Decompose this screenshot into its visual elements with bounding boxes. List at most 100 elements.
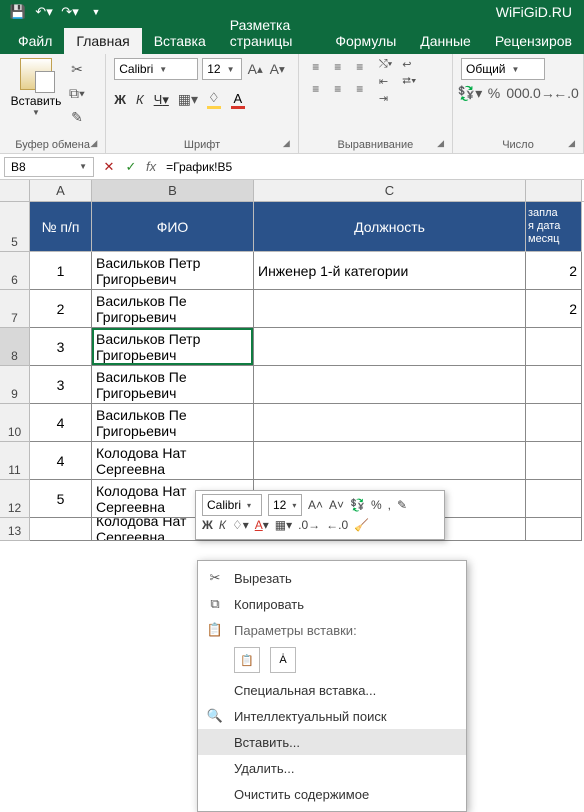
- merge-center-button[interactable]: ⮂▾: [402, 75, 416, 88]
- cell-position[interactable]: [254, 290, 526, 328]
- alignment-launcher-icon[interactable]: ◢: [437, 138, 444, 149]
- tab-review[interactable]: Рецензиров: [483, 28, 584, 54]
- cell-num[interactable]: 4: [30, 404, 92, 442]
- cell-plan[interactable]: 2: [526, 252, 582, 290]
- align-center-icon[interactable]: ≡: [329, 80, 347, 98]
- percent-format-icon[interactable]: %: [485, 84, 503, 102]
- row-header[interactable]: 10: [0, 404, 30, 442]
- row-header[interactable]: 12: [0, 480, 30, 518]
- ctx-insert[interactable]: Вставить...: [198, 729, 466, 755]
- align-top-icon[interactable]: ≡: [307, 58, 325, 76]
- mini-italic-button[interactable]: К: [219, 518, 226, 532]
- name-box[interactable]: B8▼: [4, 157, 94, 177]
- tab-file[interactable]: Файл: [6, 28, 64, 54]
- accounting-format-icon[interactable]: 💱▾: [461, 84, 479, 102]
- worksheet[interactable]: A B C 5 № п/п ФИО Должность запла я дата…: [0, 180, 584, 541]
- mini-font-color-icon[interactable]: A▾: [255, 518, 269, 532]
- number-format-combo[interactable]: Общий▼: [461, 58, 545, 80]
- cancel-formula-icon[interactable]: ✕: [98, 159, 120, 175]
- mini-bold-button[interactable]: Ж: [202, 518, 213, 532]
- accept-formula-icon[interactable]: ✓: [120, 159, 142, 175]
- table-row[interactable]: 104Васильков Пе Григорьевич: [0, 404, 584, 442]
- tab-insert[interactable]: Вставка: [142, 28, 218, 54]
- align-bottom-icon[interactable]: ≡: [351, 58, 369, 76]
- mini-accounting-icon[interactable]: 💱: [350, 498, 365, 512]
- font-color-button[interactable]: A: [231, 91, 245, 109]
- cell-num[interactable]: 2: [30, 290, 92, 328]
- select-all-corner[interactable]: [0, 180, 30, 201]
- table-row[interactable]: 93Васильков Пе Григорьевич: [0, 366, 584, 404]
- cut-icon[interactable]: ✂: [68, 60, 86, 78]
- formula-input[interactable]: =График!B5: [160, 160, 232, 174]
- font-launcher-icon[interactable]: ◢: [283, 138, 290, 149]
- mini-comma-icon[interactable]: ,: [388, 498, 391, 512]
- cell-plan[interactable]: [526, 480, 582, 518]
- cell-position[interactable]: [254, 328, 526, 366]
- align-middle-icon[interactable]: ≡: [329, 58, 347, 76]
- cell-plan[interactable]: [526, 366, 582, 404]
- mini-decimal-dec-icon[interactable]: ←.0: [326, 518, 348, 532]
- cell-num[interactable]: 1: [30, 252, 92, 290]
- clipboard-launcher-icon[interactable]: ◢: [90, 138, 97, 149]
- mini-font-combo[interactable]: Calibri▾: [202, 494, 262, 516]
- wrap-text-button[interactable]: ↩: [402, 58, 416, 71]
- cell-plan[interactable]: 2: [526, 290, 582, 328]
- cell-position[interactable]: [254, 404, 526, 442]
- font-size-combo[interactable]: 12▼: [202, 58, 242, 80]
- cell-position[interactable]: [254, 442, 526, 480]
- cell-num[interactable]: 5: [30, 480, 92, 518]
- decrease-indent-icon[interactable]: ⇤: [379, 75, 392, 88]
- col-header-b[interactable]: B: [92, 180, 254, 201]
- fill-color-button[interactable]: ♢: [207, 90, 221, 109]
- cell-plan[interactable]: [526, 328, 582, 366]
- cell-num[interactable]: 3: [30, 328, 92, 366]
- col-header-c[interactable]: C: [254, 180, 526, 201]
- cell-num[interactable]: 3: [30, 366, 92, 404]
- cell-fio[interactable]: Васильков Пе Григорьевич: [92, 366, 254, 404]
- align-left-icon[interactable]: ≡: [307, 80, 325, 98]
- tab-page-layout[interactable]: Разметка страницы: [218, 12, 324, 54]
- number-launcher-icon[interactable]: ◢: [568, 138, 575, 149]
- save-icon[interactable]: 💾: [10, 4, 26, 20]
- cell-plan[interactable]: [526, 518, 582, 541]
- cell-plan[interactable]: [526, 404, 582, 442]
- row-header[interactable]: 13: [0, 518, 30, 541]
- cell-fio[interactable]: Васильков Петр Григорьевич: [92, 252, 254, 290]
- underline-button[interactable]: Ч▾: [154, 92, 169, 108]
- col-header-d[interactable]: [526, 180, 582, 201]
- ctx-delete[interactable]: Удалить...: [198, 755, 466, 781]
- align-right-icon[interactable]: ≡: [351, 80, 369, 98]
- ctx-cut[interactable]: ✂Вырезать: [198, 565, 466, 591]
- row-header[interactable]: 9: [0, 366, 30, 404]
- increase-font-icon[interactable]: A▴: [246, 60, 264, 78]
- row-header-5[interactable]: 5: [0, 202, 30, 252]
- mini-format-painter-icon[interactable]: ✎: [397, 498, 407, 512]
- mini-size-combo[interactable]: 12▾: [268, 494, 302, 516]
- cell-position[interactable]: Инженер 1-й категории: [254, 252, 526, 290]
- copy-icon[interactable]: ⧉▾: [68, 84, 86, 102]
- font-name-combo[interactable]: Calibri▼: [114, 58, 198, 80]
- redo-icon[interactable]: ↷▾: [62, 4, 78, 20]
- ctx-smart-lookup[interactable]: 🔍Интеллектуальный поиск: [198, 703, 466, 729]
- paste-option-values[interactable]: Ȧ: [270, 647, 296, 673]
- table-row[interactable]: 83Васильков Петр Григорьевич: [0, 328, 584, 366]
- table-row[interactable]: 72Васильков Пе Григорьевич2: [0, 290, 584, 328]
- mini-clear-format-icon[interactable]: 🧹: [354, 518, 369, 532]
- cell-num[interactable]: [30, 518, 92, 541]
- paste-option-default[interactable]: 📋: [234, 647, 260, 673]
- mini-fill-color-icon[interactable]: ♢▾: [232, 518, 249, 532]
- ctx-clear-contents[interactable]: Очистить содержимое: [198, 781, 466, 807]
- qat-customize-icon[interactable]: ▼: [88, 4, 104, 20]
- cell-fio[interactable]: Колодова Нат Сергеевна: [92, 442, 254, 480]
- cell-num[interactable]: 4: [30, 442, 92, 480]
- tab-formulas[interactable]: Формулы: [323, 28, 408, 54]
- row-header[interactable]: 6: [0, 252, 30, 290]
- tab-home[interactable]: Главная: [64, 28, 141, 54]
- format-painter-icon[interactable]: ✎: [68, 108, 86, 126]
- ctx-paste-special[interactable]: Специальная вставка...: [198, 677, 466, 703]
- table-row[interactable]: 61Васильков Петр ГригорьевичИнженер 1-й …: [0, 252, 584, 290]
- orientation-icon[interactable]: ⤭▾: [379, 58, 392, 71]
- comma-format-icon[interactable]: 000: [509, 84, 527, 102]
- mini-borders-icon[interactable]: ▦▾: [275, 518, 292, 532]
- paste-dropdown-icon[interactable]: ▼: [32, 108, 40, 117]
